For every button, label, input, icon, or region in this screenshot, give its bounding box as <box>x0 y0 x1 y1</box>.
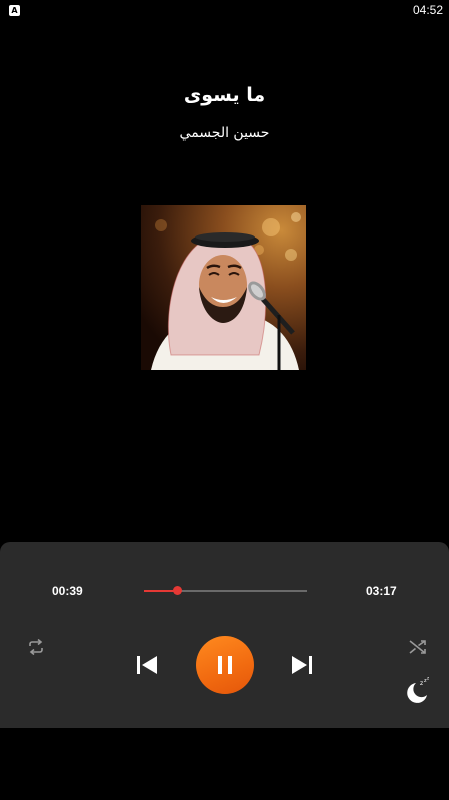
total-time: 03:17 <box>366 584 397 598</box>
play-pause-button[interactable] <box>196 636 254 694</box>
notification-app-icon: A <box>9 5 20 16</box>
pause-icon <box>218 656 232 674</box>
seek-progress <box>144 590 177 592</box>
status-bar: A 04:52 <box>0 0 449 22</box>
seek-bar[interactable] <box>144 586 307 595</box>
status-time: 04:52 <box>412 3 443 17</box>
player-panel: 00:39 03:17 z z z <box>0 542 449 728</box>
sleep-timer-button[interactable]: z z z <box>403 676 431 704</box>
sleep-timer-icon: z z z <box>407 676 429 703</box>
current-time: 00:39 <box>52 584 83 598</box>
album-art-image <box>141 205 306 370</box>
next-button[interactable] <box>289 652 315 678</box>
song-artist: حسين الجسمي <box>179 125 270 141</box>
skip-previous-icon <box>137 656 157 674</box>
repeat-button[interactable] <box>26 637 46 657</box>
shuffle-button[interactable] <box>408 637 428 657</box>
album-art <box>141 205 306 370</box>
svg-text:z: z <box>420 680 423 687</box>
svg-text:z: z <box>427 676 429 681</box>
skip-next-icon <box>292 656 312 674</box>
seek-thumb[interactable] <box>172 586 182 595</box>
shuffle-icon <box>409 640 426 654</box>
song-title: ما يسوى <box>183 84 266 106</box>
previous-button[interactable] <box>134 652 160 678</box>
repeat-icon <box>29 639 43 655</box>
